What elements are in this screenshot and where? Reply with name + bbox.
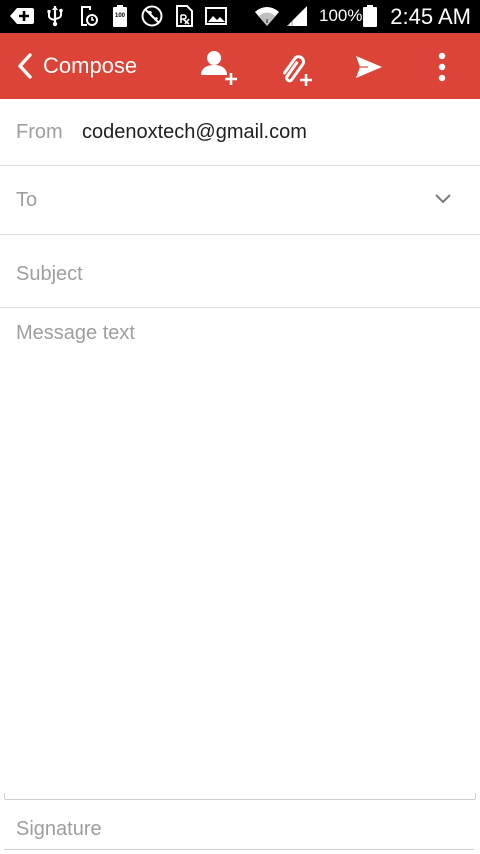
attach-file-button[interactable] bbox=[273, 45, 317, 89]
add-notification-icon bbox=[9, 6, 35, 26]
paperclip-icon bbox=[282, 55, 312, 86]
more-vertical-icon bbox=[438, 52, 446, 82]
add-contact-button[interactable] bbox=[196, 45, 240, 89]
subject-placeholder: Subject bbox=[16, 263, 83, 285]
battery-percent: 100% bbox=[319, 6, 363, 25]
battery-icon bbox=[361, 5, 379, 27]
send-icon bbox=[356, 56, 382, 78]
wifi-icon bbox=[254, 6, 280, 26]
signature-placeholder: Signature bbox=[16, 818, 102, 840]
phone-sync-icon bbox=[77, 6, 99, 26]
subject-field[interactable]: Subject bbox=[0, 235, 480, 307]
message-placeholder: Message text bbox=[16, 322, 135, 344]
battery-level-text: 100 bbox=[114, 13, 125, 19]
signature-field[interactable]: Signature bbox=[0, 806, 480, 850]
chevron-left-icon bbox=[18, 53, 32, 79]
to-field[interactable]: To bbox=[0, 166, 480, 234]
clock-time: 2:45 AM bbox=[390, 4, 471, 29]
message-body-field[interactable]: Message text bbox=[0, 308, 480, 796]
battery-100-icon: 100 bbox=[111, 5, 129, 27]
send-button[interactable] bbox=[346, 45, 390, 89]
status-bar: 100 100% 2:45 AM bbox=[0, 0, 480, 33]
to-placeholder: To bbox=[16, 189, 38, 211]
image-icon bbox=[204, 6, 228, 26]
app-bar: Compose bbox=[0, 33, 480, 99]
chevron-down-icon bbox=[435, 194, 451, 204]
usb-icon bbox=[44, 6, 66, 27]
from-account[interactable]: codenoxtech@gmail.com bbox=[82, 121, 307, 144]
more-options-button[interactable] bbox=[420, 45, 464, 89]
back-button[interactable] bbox=[10, 49, 40, 83]
add-person-icon bbox=[201, 51, 237, 85]
from-row[interactable]: From codenoxtech@gmail.com bbox=[0, 99, 480, 165]
expand-recipients-button[interactable] bbox=[432, 188, 454, 210]
document-rx-icon bbox=[175, 5, 195, 27]
signature-separator bbox=[4, 793, 476, 800]
divider bbox=[4, 849, 474, 850]
blocked-call-icon bbox=[140, 5, 164, 27]
page-title: Compose bbox=[43, 53, 138, 78]
from-label: From bbox=[16, 121, 63, 143]
signal-strength-icon bbox=[284, 6, 310, 26]
